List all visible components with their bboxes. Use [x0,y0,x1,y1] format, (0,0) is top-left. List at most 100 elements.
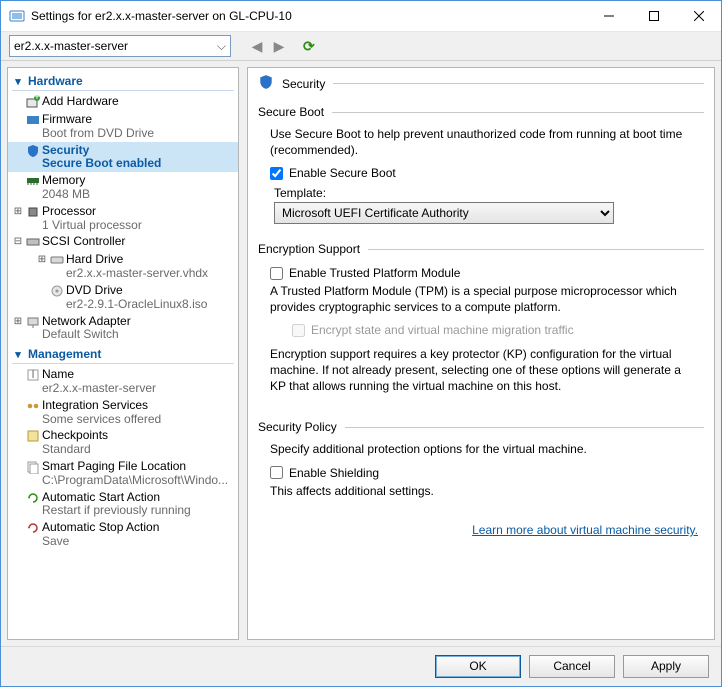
nav-item-sublabel: Boot from DVD Drive [42,127,154,141]
chevron-down-icon: ▾ [12,348,24,361]
nav-security[interactable]: Security Secure Boot enabled [8,142,238,173]
maximize-button[interactable] [631,1,676,31]
network-icon [24,314,42,330]
nav-integration-services[interactable]: Integration Services Some services offer… [8,397,238,428]
nav-item-label: Automatic Stop Action [42,521,159,535]
nav-hard-drive[interactable]: ⊞ Hard Drive er2.x.x-master-server.vhdx [8,251,238,282]
enable-shielding-input[interactable] [270,466,283,479]
enable-tpm-checkbox[interactable]: Enable Trusted Platform Module [270,266,700,280]
enable-secure-boot-input[interactable] [270,167,283,180]
section-hardware[interactable]: ▾ Hardware [12,72,234,91]
encrypt-traffic-input [292,324,305,337]
shielding-note: This affects additional settings. [270,484,700,500]
checkbox-label: Enable Shielding [289,466,379,480]
svg-text:+: + [33,95,40,103]
nav-item-label: Integration Services [42,399,161,413]
nav-memory[interactable]: Memory 2048 MB [8,172,238,203]
nav-item-sublabel: C:\ProgramData\Microsoft\Windo... [42,474,228,488]
vm-selector-value: er2.x.x-master-server [14,39,128,53]
divider [333,83,704,84]
nav-item-sublabel: Some services offered [42,413,161,427]
hard-drive-icon [48,252,66,268]
nav-smart-paging[interactable]: Smart Paging File Location C:\ProgramDat… [8,458,238,489]
section-management[interactable]: ▾ Management [12,345,234,364]
nav-dvd-drive[interactable]: DVD Drive er2-2.9.1-OracleLinux8.iso [8,282,238,313]
nav-firmware[interactable]: Firmware Boot from DVD Drive [8,111,238,142]
memory-icon [24,173,42,189]
ok-button[interactable]: OK [435,655,521,678]
divider [368,249,704,250]
dialog-footer: OK Cancel Apply [1,646,721,686]
nav-back-button[interactable]: ◀ [249,38,265,55]
close-button[interactable] [676,1,721,31]
expand-icon[interactable]: ⊞ [12,316,24,327]
enable-tpm-input[interactable] [270,267,283,280]
settings-panel: Security Secure Boot Use Secure Boot to … [247,67,715,640]
divider [345,427,704,428]
checkbox-label: Enable Trusted Platform Module [289,266,460,280]
add-hardware-icon: + [24,94,42,110]
learn-more-row: Learn more about virtual machine securit… [258,521,704,537]
nav-item-label: Name [42,368,156,382]
nav-item-label: Memory [42,174,90,188]
reload-button[interactable]: ⟳ [303,38,315,55]
template-select[interactable]: Microsoft UEFI Certificate Authority [274,202,614,224]
learn-more-link[interactable]: Learn more about virtual machine securit… [472,523,698,537]
enable-secure-boot-checkbox[interactable]: Enable Secure Boot [270,166,700,180]
collapse-icon[interactable]: ⊟ [12,236,24,247]
nav-auto-stop[interactable]: Automatic Stop Action Save [8,519,238,550]
expand-icon[interactable]: ⊞ [36,254,48,265]
nav-item-label: Hard Drive [66,253,208,267]
nav-forward-button[interactable]: ▶ [271,38,287,55]
nav-auto-start[interactable]: Automatic Start Action Restart if previo… [8,489,238,520]
expand-icon[interactable]: ⊞ [12,206,24,217]
nav-item-sublabel: 2048 MB [42,188,90,202]
nav-network-adapter[interactable]: ⊞ Network Adapter Default Switch [8,313,238,344]
shield-icon [258,74,274,93]
group-secure-boot: Secure Boot Use Secure Boot to help prev… [258,101,704,238]
nav-tree[interactable]: ▾ Hardware + Add Hardware Firmware Boot … [7,67,239,640]
tpm-desc: A Trusted Platform Module (TPM) is a spe… [270,284,700,315]
nav-add-hardware[interactable]: + Add Hardware [8,93,238,111]
nav-processor[interactable]: ⊞ Processor 1 Virtual processor [8,203,238,234]
nav-checkpoints[interactable]: Checkpoints Standard [8,427,238,458]
nav-item-label: Firmware [42,113,154,127]
minimize-button[interactable] [586,1,631,31]
shield-icon [24,143,42,159]
enable-shielding-checkbox[interactable]: Enable Shielding [270,466,700,480]
template-label: Template: [274,186,700,200]
nav-name[interactable]: I Name er2.x.x-master-server [8,366,238,397]
nav-item-sublabel: er2.x.x-master-server [42,382,156,396]
main-area: ▾ Hardware + Add Hardware Firmware Boot … [1,61,721,646]
auto-stop-icon [24,520,42,536]
checkbox-label: Encrypt state and virtual machine migrat… [311,323,574,337]
group-title: Secure Boot [258,105,324,119]
processor-icon [24,204,42,220]
nav-item-sublabel: Standard [42,443,108,457]
kp-note: Encryption support requires a key protec… [270,347,700,394]
cancel-button[interactable]: Cancel [529,655,615,678]
apply-button[interactable]: Apply [623,655,709,678]
auto-start-icon [24,490,42,506]
nav-item-label: Smart Paging File Location [42,460,228,474]
paging-icon [24,459,42,475]
panel-title: Security [282,77,325,91]
group-title: Security Policy [258,420,337,434]
encrypt-traffic-checkbox: Encrypt state and virtual machine migrat… [292,323,700,337]
nav-scsi-controller[interactable]: ⊟ SCSI Controller [8,233,238,251]
vm-selector[interactable]: er2.x.x-master-server ⌵ [9,35,231,57]
nav-item-sublabel: er2.x.x-master-server.vhdx [66,267,208,281]
scsi-icon [24,234,42,250]
nav-item-label: DVD Drive [66,284,207,298]
nav-item-label: Security [42,144,161,158]
integration-icon [24,398,42,414]
nav-item-label: Processor [42,205,142,219]
firmware-icon [24,112,42,128]
name-icon: I [24,367,42,383]
panel-header: Security [258,74,704,93]
divider [332,112,704,113]
nav-item-label: Network Adapter [42,315,131,329]
group-encryption: Encryption Support Enable Trusted Platfo… [258,238,704,416]
nav-arrows: ◀ ▶ [249,38,287,55]
group-title: Encryption Support [258,242,360,256]
